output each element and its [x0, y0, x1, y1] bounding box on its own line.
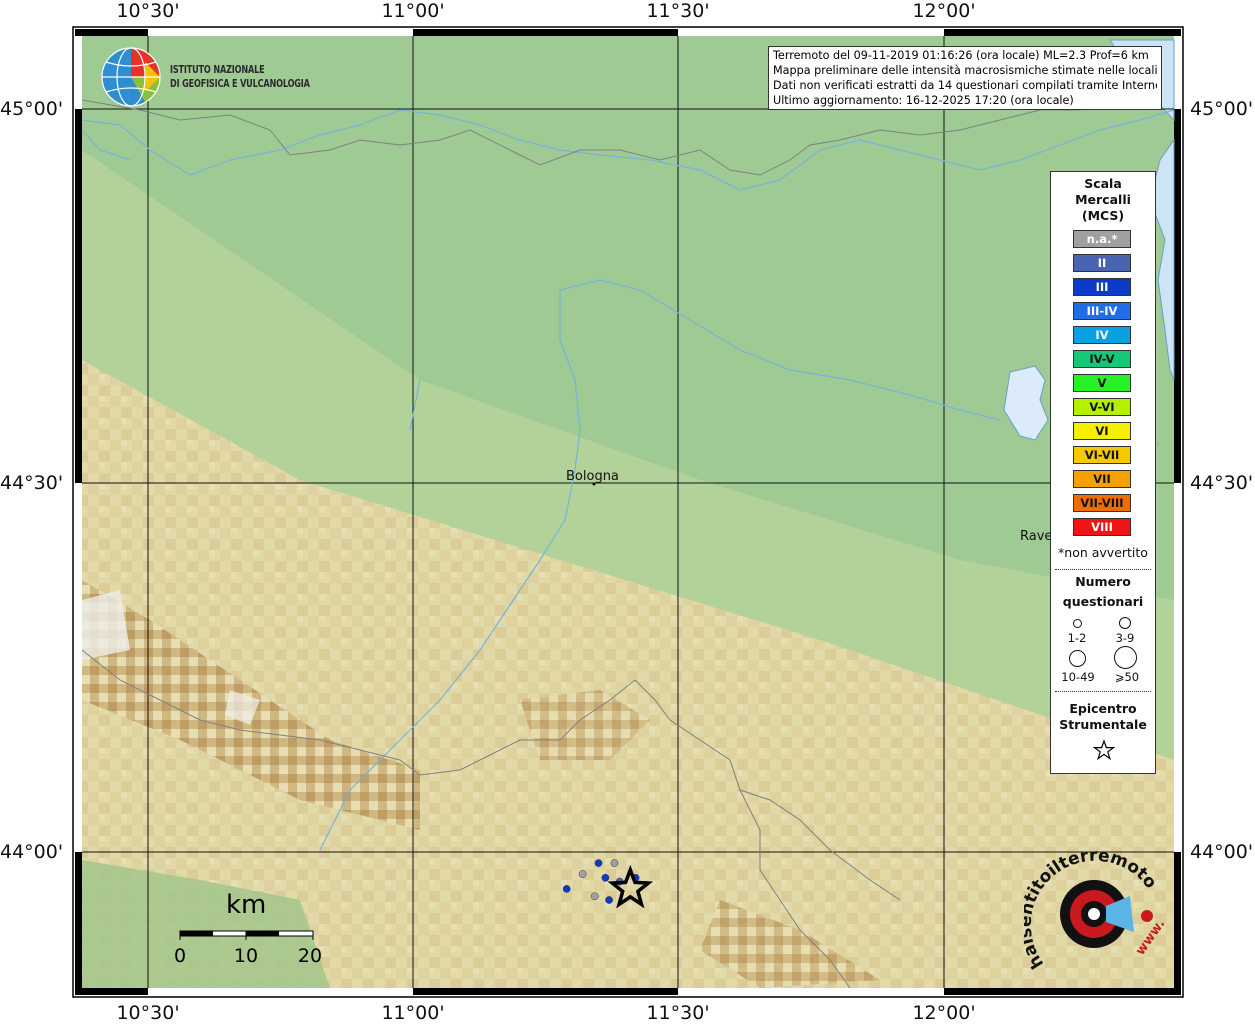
scale-label: 10	[233, 945, 259, 967]
lon-tick-bottom: 11°30'	[646, 1002, 710, 1024]
scale-label: 20	[297, 945, 323, 967]
legend-separator	[1055, 691, 1151, 692]
place-label-ravenna: Rave	[1020, 529, 1053, 544]
lat-tick-right: 44°00'	[1190, 841, 1254, 863]
legend-level-vii: VII	[1073, 470, 1131, 488]
lon-tick-top: 12°00'	[912, 0, 976, 22]
info-line: Mappa preliminare delle intensità macros…	[773, 64, 1157, 77]
observation-dot	[601, 873, 610, 882]
legend-na-note: *non avvertito	[1058, 545, 1148, 560]
logo-line: ISTITUTO NAZIONALE	[170, 63, 265, 76]
logo-line: DI GEOFISICA E VULCANOLOGIA	[170, 77, 310, 90]
legend-panel: Scala Mercalli (MCS) n.a.* II III III-IV IV I…	[1050, 171, 1156, 774]
legend-level-viii: VIII	[1073, 518, 1131, 536]
observation-dot	[590, 892, 599, 901]
lat-tick-right: 45°00'	[1190, 98, 1254, 120]
legend-epi-title: Strumentale	[1059, 717, 1147, 732]
legend-level-v: V	[1073, 374, 1131, 392]
legend-level-na: n.a.*	[1073, 230, 1131, 248]
legend-level-ivv: IV-V	[1073, 350, 1131, 368]
legend-star-icon	[1093, 739, 1115, 761]
lat-tick-left: 44°00'	[0, 841, 64, 863]
legend-title: Scala	[1084, 176, 1122, 191]
legend-level-vvi: V-VI	[1073, 398, 1131, 416]
observation-dot	[605, 896, 613, 904]
ingv-logo-text: ISTITUTO NAZIONALE DI GEOFISICA E VULCAN…	[170, 63, 310, 91]
legend-count-title: Numero	[1075, 574, 1131, 589]
legend-level-vi: VI	[1073, 422, 1131, 440]
lon-tick-top: 10°30'	[116, 0, 180, 22]
event-info-box: Terremoto del 09-11-2019 01:16:26 (ora l…	[768, 46, 1162, 110]
lon-tick-bottom: 11°00'	[381, 1002, 445, 1024]
lon-tick-top: 11°30'	[646, 0, 710, 22]
legend-circle-large	[1069, 650, 1086, 667]
lon-tick-bottom: 10°30'	[116, 1002, 180, 1024]
scale-label: 0	[173, 945, 187, 967]
observation-dot	[610, 859, 619, 867]
legend-level-iii: III	[1073, 278, 1131, 296]
legend-title: (MCS)	[1081, 208, 1125, 223]
info-line: Dati non verificati estratti da 14 quest…	[773, 79, 1157, 92]
info-line: Terremoto del 09-11-2019 01:16:26 (ora l…	[773, 49, 1149, 62]
haisentito-www-text: www.	[1133, 917, 1168, 958]
legend-circle-xlarge	[1114, 646, 1137, 669]
legend-circle-small	[1073, 619, 1082, 628]
scale-unit: km	[226, 890, 267, 920]
lat-tick-left: 44°30'	[0, 472, 64, 494]
legend-count-label: 3-9	[1115, 631, 1135, 645]
legend-level-vivii: VI-VII	[1073, 446, 1131, 464]
legend-level-iv: IV	[1073, 326, 1131, 344]
ingv-globe-icon	[101, 47, 161, 107]
info-line: Ultimo aggiornamento: 16-12-2025 17:20 (…	[773, 94, 1074, 107]
map-area	[81, 36, 1175, 989]
lon-tick-bottom: 12°00'	[912, 1002, 976, 1024]
legend-epi-title: Epicentro	[1069, 701, 1137, 716]
legend-count-label: ⩾50	[1114, 670, 1140, 684]
observation-dot	[562, 885, 571, 893]
legend-level-ii: II	[1073, 254, 1131, 272]
legend-count-label: 1-2	[1067, 631, 1087, 645]
legend-count-title: questionari	[1062, 594, 1144, 609]
legend-separator	[1055, 569, 1151, 570]
legend-circle-medium	[1119, 617, 1131, 629]
place-label-bologna: Bologna	[566, 469, 619, 484]
legend-level-iiiiv: III-IV	[1073, 302, 1131, 320]
legend-count-label: 10-49	[1061, 670, 1095, 684]
observation-dot	[594, 859, 603, 867]
legend-title: Mercalli	[1075, 192, 1131, 207]
legend-level-viiviii: VII-VIII	[1073, 494, 1131, 512]
lon-tick-top: 11°00'	[381, 0, 445, 22]
lat-tick-left: 45°00'	[0, 98, 64, 120]
observation-dot	[578, 870, 587, 878]
lat-tick-right: 44°30'	[1190, 472, 1254, 494]
haisentito-logo-text: haisentitoilterremoto.it www.	[1024, 846, 1168, 972]
